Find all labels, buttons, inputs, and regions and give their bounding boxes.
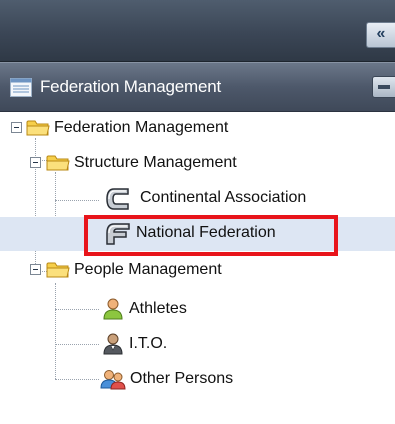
tree-node-label: Federation Management: [54, 119, 229, 136]
tree-node-label: Structure Management: [74, 154, 237, 171]
tree-node-label: People Management: [74, 261, 222, 278]
group-persons-icon: [100, 370, 126, 390]
tree-node-structure-management[interactable]: Structure Management: [0, 147, 395, 181]
official-person-icon: [103, 333, 123, 355]
folder-icon: [26, 120, 50, 136]
folder-icon: [46, 155, 70, 171]
tree-node-ito[interactable]: I.T.O.: [0, 327, 395, 361]
tree-node-label: Continental Association: [140, 189, 307, 206]
minus-icon[interactable]: [372, 76, 395, 98]
double-chevron-left-icon: «: [376, 25, 386, 42]
athlete-person-icon: [103, 298, 123, 320]
tree-node-continental-association[interactable]: Continental Association: [0, 182, 395, 216]
tree-node-label: Athletes: [129, 300, 187, 317]
collapse-toggle-icon[interactable]: [30, 264, 41, 275]
tree-node-national-federation[interactable]: National Federation: [0, 217, 395, 251]
collapse-toggle-icon[interactable]: [30, 157, 41, 168]
tree-node-people-management[interactable]: People Management: [0, 252, 395, 286]
collapse-panel-button[interactable]: «: [366, 22, 395, 48]
panel-title: Federation Management: [40, 77, 222, 96]
list-icon: [10, 78, 32, 97]
tree-node-label: Other Persons: [130, 370, 234, 387]
tree-node-other-persons[interactable]: Other Persons: [0, 362, 395, 396]
national-logo-icon: [106, 223, 130, 245]
folder-icon: [46, 262, 70, 278]
tree-node-label: I.T.O.: [129, 335, 168, 352]
tree-node-federation-management[interactable]: Federation Management: [0, 112, 395, 146]
panel-header[interactable]: Federation Management: [0, 62, 395, 112]
tree-node-athletes[interactable]: Athletes: [0, 292, 395, 326]
collapse-toggle-icon[interactable]: [11, 122, 22, 133]
federation-tree: Federation Management Structure Manageme…: [0, 112, 395, 424]
tree-node-label: National Federation: [136, 224, 276, 241]
continental-logo-icon: [106, 188, 129, 210]
top-toolbar: «: [0, 0, 395, 62]
